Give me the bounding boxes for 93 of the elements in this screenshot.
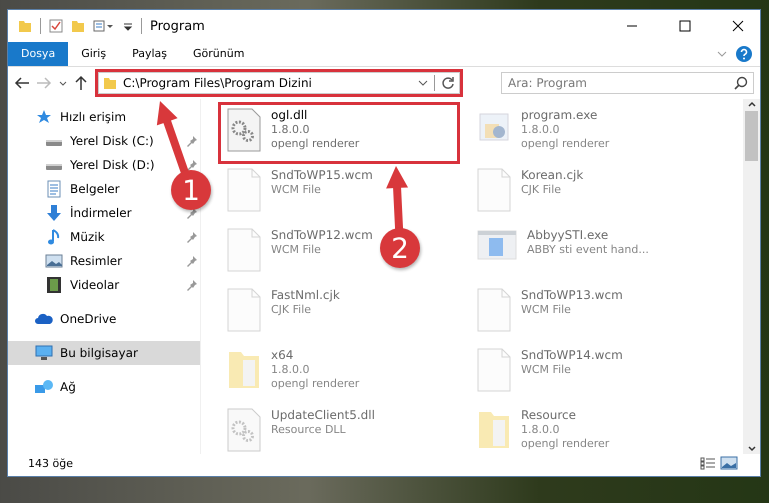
file-detail: ABBY sti event hand... <box>527 243 649 256</box>
gear-file-icon <box>227 408 261 452</box>
item-count: 143 öğe <box>28 456 73 470</box>
large-icons-view-icon[interactable] <box>720 456 738 470</box>
file-name: SndToWP15.wcm <box>271 168 373 182</box>
scroll-down-icon[interactable] <box>746 444 756 454</box>
file-detail: opengl renderer <box>521 437 610 450</box>
scroll-up-icon[interactable] <box>746 99 756 109</box>
file-detail: 1.8.0.0 <box>271 363 310 376</box>
up-arrow-icon[interactable] <box>74 75 88 91</box>
file-name: Korean.cjk <box>521 168 584 182</box>
ribbon-tab[interactable]: Görünüm <box>180 42 258 66</box>
cloud-icon <box>34 312 54 326</box>
help-icon[interactable] <box>736 46 752 62</box>
file-detail: CJK File <box>271 303 312 316</box>
file-name: ogl.dll <box>271 108 308 122</box>
file-name: SndToWP13.wcm <box>521 288 623 302</box>
close-icon[interactable] <box>732 20 744 32</box>
document-icon <box>47 180 61 198</box>
file-name: UpdateClient5.dll <box>271 408 375 422</box>
network-icon <box>34 379 54 395</box>
file-item[interactable]: SndToWP13.wcm WCM File <box>471 285 629 341</box>
file-item[interactable]: x64 1.8.0.0 opengl renderer <box>221 345 366 401</box>
file-item[interactable]: Korean.cjk CJK File <box>471 165 590 221</box>
file-detail: 1.8.0.0 <box>521 123 560 136</box>
file-detail: WCM File <box>521 363 572 376</box>
file-detail: opengl renderer <box>521 137 610 150</box>
file-item[interactable]: SndToWP14.wcm WCM File <box>471 345 629 401</box>
sidebar-item[interactable]: Resimler <box>8 249 200 273</box>
music-note-icon <box>47 228 61 246</box>
file-item[interactable]: SndToWP15.wcm WCM File <box>221 165 379 221</box>
picture-icon <box>45 254 63 268</box>
application-window-icon <box>477 228 517 262</box>
file-item[interactable]: FastNml.cjk CJK File <box>221 285 346 341</box>
sidebar-item[interactable]: OneDrive <box>8 307 126 331</box>
file-detail: Resource DLL <box>271 423 347 436</box>
back-arrow-icon[interactable] <box>14 76 30 90</box>
address-bar[interactable]: C:\Program Files\Program Dizini <box>98 72 460 94</box>
ribbon-tab[interactable]: Giriş <box>68 42 120 66</box>
properties-icon[interactable] <box>93 19 115 33</box>
gear-file-icon <box>227 108 261 152</box>
file-name: SndToWP14.wcm <box>521 348 623 362</box>
file-detail: 1.8.0.0 <box>521 423 560 436</box>
file-item[interactable]: AbbyySTI.exe ABBY sti event hand... <box>471 225 655 281</box>
details-view-icon[interactable] <box>700 456 716 470</box>
file-detail: 1.8.0.0 <box>271 123 310 136</box>
download-arrow-icon <box>46 204 62 222</box>
file-detail: opengl renderer <box>271 137 360 150</box>
folder-icon <box>18 19 32 33</box>
star-icon <box>36 109 52 125</box>
file-name: Resource <box>521 408 578 422</box>
scrollbar-thumb[interactable] <box>745 111 758 161</box>
file-detail: WCM File <box>271 183 322 196</box>
sidebar-item[interactable]: Hızlı erişim <box>8 105 136 129</box>
sidebar-item[interactable]: Ağ <box>8 375 86 399</box>
blank-file-icon <box>477 288 511 332</box>
folder-icon <box>103 76 117 90</box>
blank-file-icon <box>477 168 511 212</box>
file-item[interactable]: program.exe 1.8.0.0 opengl renderer <box>471 105 616 161</box>
window-title: Program <box>150 18 205 34</box>
refresh-icon[interactable] <box>441 76 455 90</box>
file-detail: opengl renderer <box>271 377 360 390</box>
dropdown-caret-icon[interactable] <box>418 78 428 88</box>
file-item[interactable]: Resource 1.8.0.0 opengl renderer <box>471 405 616 461</box>
sidebar-item[interactable]: Belgeler <box>8 177 140 201</box>
file-detail: WCM File <box>271 243 322 256</box>
sidebar-item[interactable]: Videolar <box>8 273 200 297</box>
search-icon[interactable] <box>734 76 748 90</box>
blank-file-icon <box>227 228 261 272</box>
file-name: AbbyySTI.exe <box>527 228 610 242</box>
maximize-icon[interactable] <box>678 20 690 32</box>
file-name: FastNml.cjk <box>271 288 340 302</box>
ribbon-tab[interactable]: Paylaş <box>119 42 180 66</box>
search-field[interactable]: Ara: Program <box>501 72 754 94</box>
sidebar-item[interactable]: Bu bilgisayar <box>8 341 200 365</box>
scrollbar[interactable] <box>743 99 760 454</box>
file-item[interactable]: ogl.dll 1.8.0.0 opengl renderer <box>221 105 457 161</box>
ribbon-tab[interactable]: Dosya <box>8 42 68 66</box>
sidebar-item[interactable]: Müzik <box>8 225 200 249</box>
file-name: SndToWP12.wcm <box>271 228 373 242</box>
file-item[interactable]: UpdateClient5.dll Resource DLL <box>221 405 381 461</box>
file-name: program.exe <box>521 108 598 122</box>
file-detail: CJK File <box>521 183 562 196</box>
checklist-icon[interactable] <box>49 19 63 33</box>
file-name: x64 <box>271 348 294 362</box>
computer-icon <box>35 345 53 361</box>
file-item[interactable]: SndToWP12.wcm WCM File <box>221 225 379 281</box>
folder-path: C:\Program Files\Program Dizini <box>123 76 313 90</box>
blank-file-icon <box>227 288 261 332</box>
file-detail: WCM File <box>521 303 572 316</box>
film-icon <box>46 276 62 294</box>
blank-file-icon <box>227 168 261 212</box>
blank-file-icon <box>477 348 511 392</box>
